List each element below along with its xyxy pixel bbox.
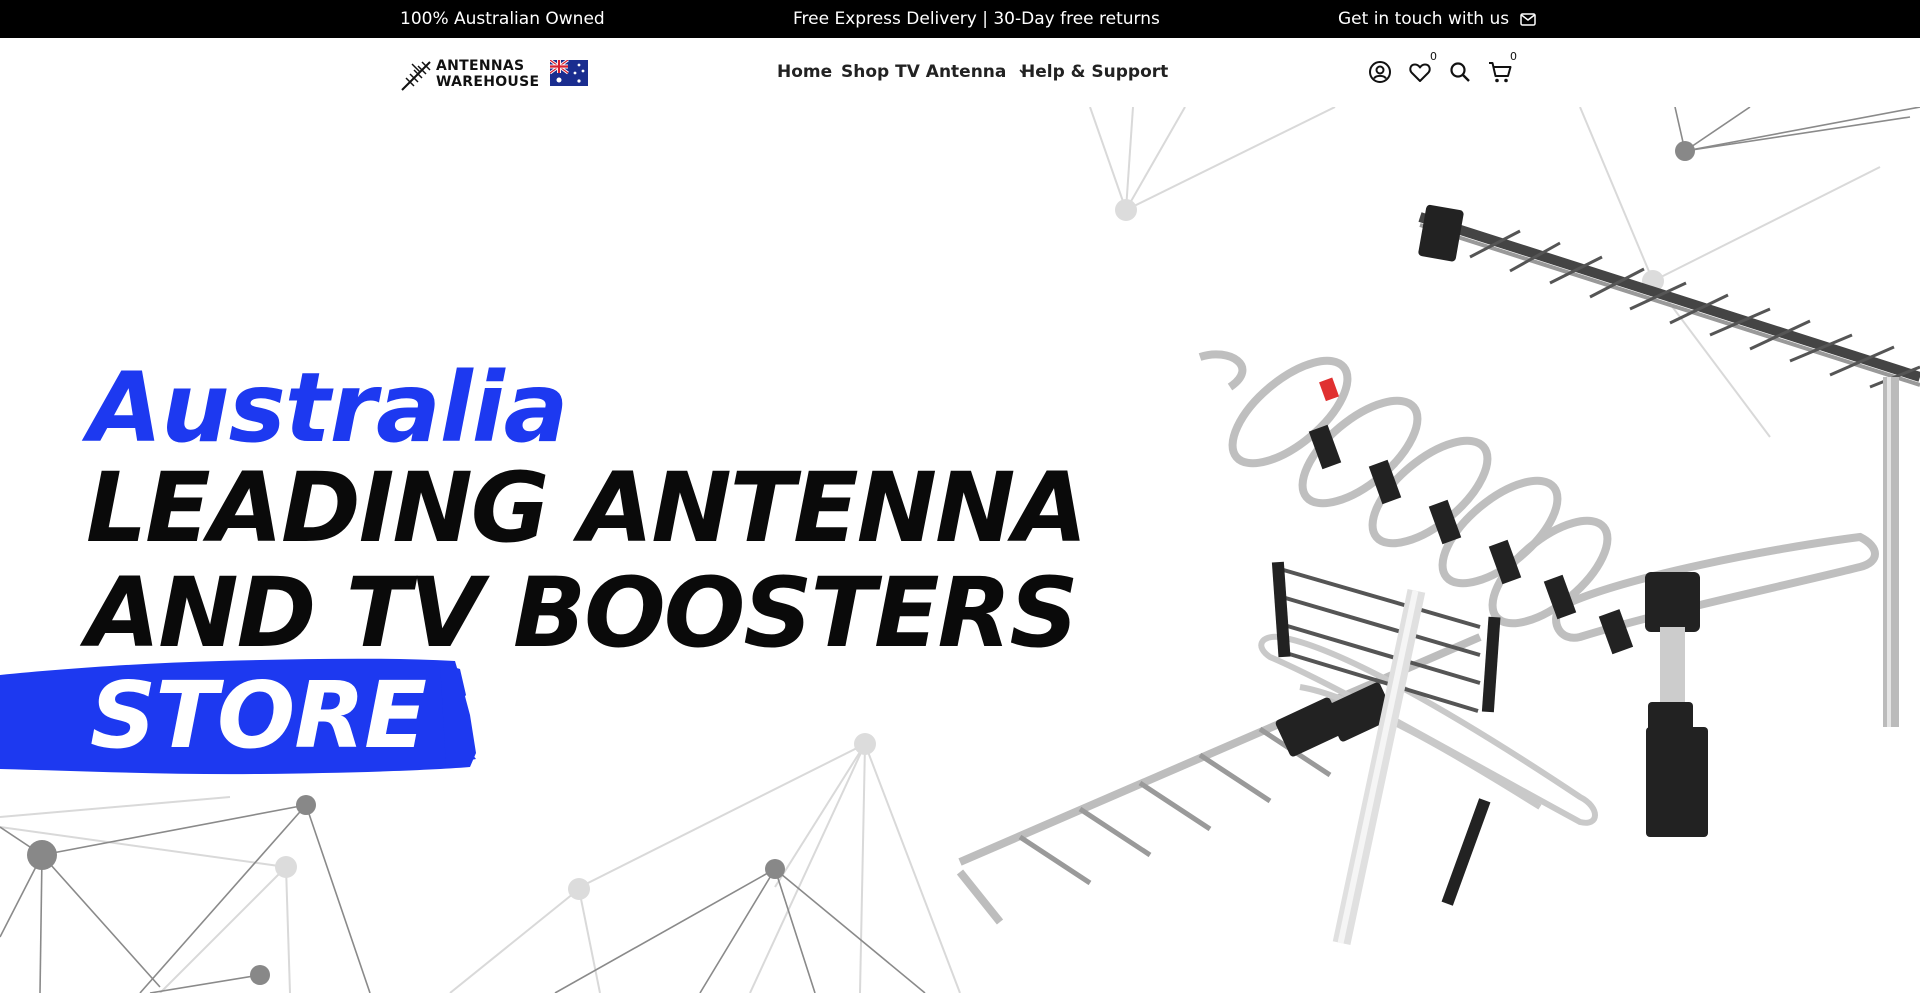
logo-line1: ANTENNAS xyxy=(436,58,525,74)
announcement-owned: 100% Australian Owned xyxy=(400,9,605,29)
nav-shop-tv-antenna[interactable]: Shop TV Antenna xyxy=(841,62,1028,82)
bowtie-antenna xyxy=(1198,350,1879,642)
uhf-antenna xyxy=(956,561,1598,945)
nav-shop-label: Shop TV Antenna xyxy=(841,62,1007,82)
contact-link[interactable]: Get in touch with us xyxy=(1338,9,1537,29)
cart-count: 0 xyxy=(1510,50,1517,63)
heart-icon[interactable] xyxy=(1408,60,1432,84)
hero-heading-store: STORE xyxy=(90,662,427,769)
search-icon[interactable] xyxy=(1448,60,1472,84)
contact-link-label: Get in touch with us xyxy=(1338,9,1510,29)
announcement-bar: 100% Australian Owned Free Express Deliv… xyxy=(0,0,1920,38)
site-logo[interactable]: ANTENNAS WAREHOUSE xyxy=(400,56,590,92)
logo-wordmark: ANTENNAS WAREHOUSE xyxy=(436,58,539,90)
hero-heading-australia: Australia xyxy=(88,352,568,464)
mail-icon xyxy=(1520,12,1537,26)
announcement-delivery: Free Express Delivery | 30-Day free retu… xyxy=(793,9,1160,29)
logo-line2: WAREHOUSE xyxy=(436,74,540,90)
cart-icon[interactable] xyxy=(1487,60,1513,84)
antenna-product-image xyxy=(956,204,1920,945)
hero-banner[interactable]: Australia LEADING ANTENNA AND TV BOOSTER… xyxy=(0,107,1920,993)
nav-home[interactable]: Home xyxy=(777,62,832,82)
australian-flag-icon xyxy=(550,60,588,86)
account-icon[interactable] xyxy=(1368,60,1392,84)
nav-help-support[interactable]: Help & Support xyxy=(1021,62,1168,82)
antenna-logo-icon xyxy=(401,61,431,91)
wishlist-count: 0 xyxy=(1430,50,1437,63)
